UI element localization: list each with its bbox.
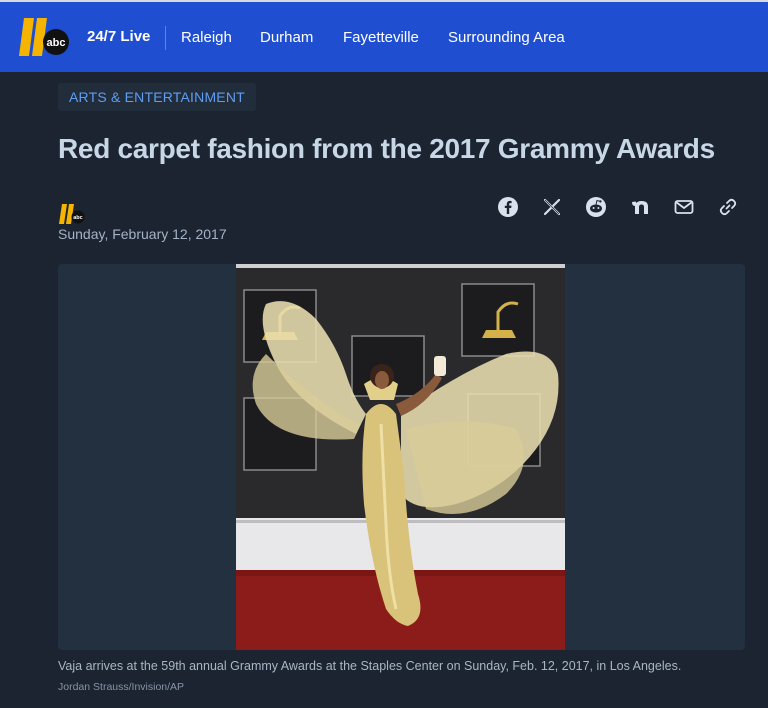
byline-abc11-logo: abc xyxy=(59,204,85,224)
reddit-icon[interactable] xyxy=(584,195,608,219)
nav-raleigh-link[interactable]: Raleigh xyxy=(181,29,232,46)
abc11-logo[interactable]: abc xyxy=(18,16,70,58)
byline-logo-network-text: abc xyxy=(73,215,82,221)
photo-caption: Vaja arrives at the 59th annual Grammy A… xyxy=(58,659,682,673)
gallery-media-frame xyxy=(58,264,745,650)
nav-divider xyxy=(165,26,166,50)
nav-durham-link[interactable]: Durham xyxy=(260,29,313,46)
gallery-photo[interactable] xyxy=(236,264,565,650)
nav-surrounding-area-link[interactable]: Surrounding Area xyxy=(448,29,565,46)
nav-live-link[interactable]: 24/7 Live xyxy=(87,28,150,45)
link-icon[interactable] xyxy=(716,195,740,219)
publish-date: Sunday, February 12, 2017 xyxy=(58,226,227,242)
facebook-icon[interactable] xyxy=(496,195,520,219)
article-title: Red carpet fashion from the 2017 Grammy … xyxy=(58,133,715,164)
logo-network-text: abc xyxy=(47,37,66,49)
photo-credit: Jordan Strauss/Invision/AP xyxy=(58,681,185,693)
nav-fayetteville-link[interactable]: Fayetteville xyxy=(343,29,419,46)
nextdoor-icon[interactable] xyxy=(628,195,652,219)
top-navigation: abc 24/7 Live Raleigh Durham Fayettevill… xyxy=(0,2,768,72)
email-icon[interactable] xyxy=(672,195,696,219)
x-icon[interactable] xyxy=(540,195,564,219)
category-tag[interactable]: ARTS & ENTERTAINMENT xyxy=(58,83,256,111)
